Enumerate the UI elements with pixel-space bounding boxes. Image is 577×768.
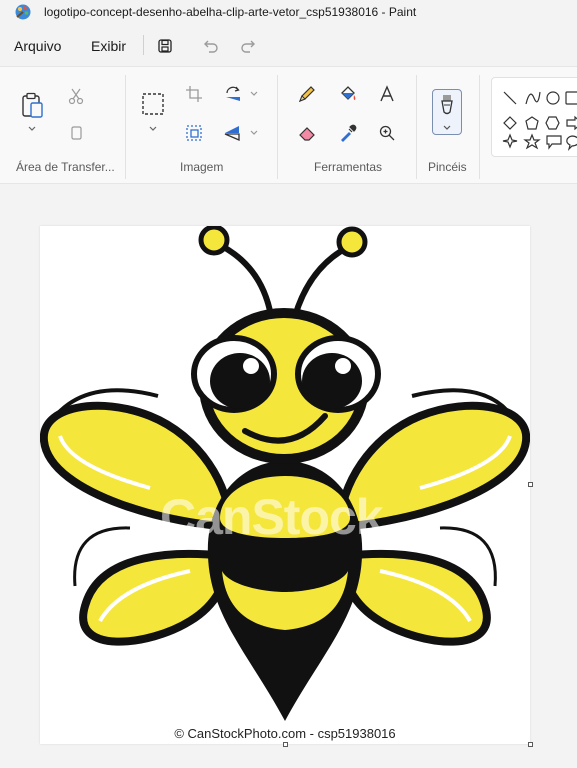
eraser-icon: [299, 127, 315, 141]
rectangle-select-icon: [142, 93, 164, 115]
drawing-canvas[interactable]: CanStock © CanStockPhoto.com - csp519380…: [39, 224, 531, 744]
oval-shape-icon: [546, 91, 560, 105]
shapes-gallery[interactable]: [491, 77, 577, 157]
group-label-tools: Ferramentas: [314, 160, 383, 174]
chevron-down-icon: [443, 125, 451, 130]
select-button[interactable]: [140, 91, 166, 117]
title-bar: logotipo-concept-desenho-abelha-clip-art…: [0, 0, 577, 28]
diamond-shape-icon: [503, 116, 517, 130]
speech-bubble-icon: [546, 135, 562, 150]
group-separator: [125, 75, 126, 179]
resize-icon: [186, 125, 202, 141]
rectangle-shape-icon: [565, 91, 577, 105]
fill-button[interactable]: [335, 81, 361, 107]
paste-button[interactable]: [18, 91, 46, 121]
crop-icon: [186, 86, 202, 102]
pencil-icon: [298, 86, 315, 103]
color-picker-button[interactable]: [335, 120, 361, 146]
brushes-dropdown[interactable]: [442, 123, 452, 133]
group-separator: [479, 75, 480, 179]
cut-button[interactable]: [63, 83, 89, 109]
callout-icon: [566, 135, 577, 151]
menu-exibir[interactable]: Exibir: [91, 38, 126, 54]
menu-bar: Arquivo Exibir: [0, 28, 577, 64]
rotate-dropdown[interactable]: [249, 89, 259, 99]
copy-icon: [71, 126, 82, 140]
hexagon-shape-icon: [545, 116, 560, 130]
save-button[interactable]: [151, 32, 179, 60]
rotate-button[interactable]: [220, 81, 246, 107]
save-icon: [158, 39, 172, 53]
line-shape-icon: [503, 91, 517, 105]
flip-dropdown[interactable]: [249, 128, 259, 138]
pencil-button[interactable]: [294, 81, 320, 107]
menu-arquivo[interactable]: Arquivo: [14, 38, 61, 54]
eraser-button[interactable]: [294, 120, 320, 146]
brush-icon: [441, 95, 453, 115]
paint-bucket-icon: [341, 86, 356, 100]
ribbon-toolbar: Área de Transfer... Imagem Ferramentas P…: [0, 66, 577, 184]
copyright-caption: © CanStockPhoto.com - csp51938016: [174, 726, 396, 741]
shapes-icons: [502, 91, 577, 151]
menu-separator: [143, 35, 144, 55]
chevron-down-icon: [250, 91, 258, 96]
paste-dropdown[interactable]: [27, 124, 37, 134]
resize-handle-right[interactable]: [528, 482, 533, 487]
resize-handle-corner[interactable]: [528, 742, 533, 747]
chevron-down-icon: [250, 130, 258, 135]
undo-icon: [204, 40, 218, 53]
flip-button[interactable]: [220, 120, 246, 146]
group-label-clipboard: Área de Transfer...: [16, 160, 115, 174]
watermark-text: CanStock: [160, 489, 384, 545]
magnifier-button[interactable]: [374, 120, 400, 146]
pentagon-shape-icon: [525, 116, 539, 130]
scissors-icon: [68, 88, 84, 105]
curve-shape-icon: [525, 91, 541, 105]
paint-app-icon: [15, 4, 31, 20]
arrow-shape-icon: [566, 115, 577, 131]
select-dropdown[interactable]: [148, 124, 158, 134]
canvas-workspace: CanStock © CanStockPhoto.com - csp519380…: [0, 185, 577, 768]
group-label-brushes: Pincéis: [428, 160, 467, 174]
star-four-shape-icon: [502, 133, 518, 149]
eyedropper-icon: [341, 124, 357, 142]
undo-button[interactable]: [196, 32, 224, 60]
bee-illustration: [39, 224, 531, 721]
group-label-image: Imagem: [180, 160, 224, 174]
window-title: logotipo-concept-desenho-abelha-clip-art…: [44, 5, 417, 19]
crop-button[interactable]: [181, 81, 207, 107]
zoom-icon: [379, 125, 395, 141]
clipboard-icon: [22, 92, 43, 118]
redo-icon: [241, 40, 255, 53]
copy-button[interactable]: [63, 120, 89, 146]
resize-handle-bottom[interactable]: [283, 742, 288, 747]
group-separator: [416, 75, 417, 179]
group-separator: [277, 75, 278, 179]
text-button[interactable]: [374, 81, 400, 107]
resize-button[interactable]: [181, 120, 207, 146]
star-five-shape-icon: [523, 133, 541, 150]
chevron-down-icon: [28, 126, 36, 131]
chevron-down-icon: [149, 126, 157, 131]
redo-button[interactable]: [235, 32, 263, 60]
rotate-icon: [226, 86, 240, 101]
flip-icon: [224, 126, 240, 141]
text-icon: [380, 85, 394, 102]
